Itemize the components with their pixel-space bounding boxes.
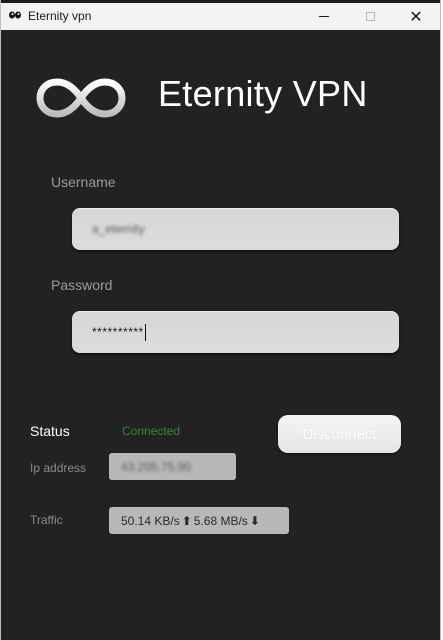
- disconnect-button[interactable]: Disconnect: [278, 415, 401, 453]
- traffic-upload: 50.14 KB/s: [121, 513, 180, 528]
- password-value: **********: [92, 325, 144, 339]
- password-field[interactable]: **********: [72, 311, 399, 353]
- title-bar[interactable]: Eternity vpn ✕: [1, 0, 440, 30]
- minimize-icon: [319, 16, 329, 17]
- traffic-label: Traffic: [30, 513, 63, 527]
- download-arrow-icon: ⬇: [249, 513, 260, 528]
- traffic-download: 5.68 MB/s: [193, 513, 248, 528]
- close-button[interactable]: ✕: [393, 3, 439, 30]
- infinity-icon: [36, 78, 126, 118]
- vpn-window: Eternity vpn ✕ Eternity VPN Username a_e…: [0, 0, 441, 640]
- maximize-icon: [365, 12, 375, 21]
- traffic-display: 50.14 KB/s ⬆ 5.68 MB/s ⬇: [109, 507, 289, 534]
- maximize-button[interactable]: [347, 3, 393, 30]
- username-value: a_eternity: [92, 222, 145, 236]
- username-label: Username: [51, 174, 116, 190]
- status-value: Connected: [122, 424, 181, 438]
- ip-address-value: 43.205.75.90: [121, 459, 192, 474]
- app-eyes-icon: [9, 11, 21, 19]
- upload-arrow-icon: ⬆: [181, 513, 192, 528]
- status-label: Status: [30, 423, 70, 439]
- minimize-button[interactable]: [301, 3, 347, 30]
- password-label: Password: [51, 277, 113, 293]
- close-icon: ✕: [409, 6, 423, 26]
- ip-address-label: Ip address: [30, 461, 87, 475]
- text-caret: [144, 323, 146, 341]
- app-title: Eternity VPN: [158, 73, 368, 114]
- window-title: Eternity vpn: [28, 9, 92, 23]
- username-field[interactable]: a_eternity: [72, 208, 399, 250]
- ip-address-display: 43.205.75.90: [109, 453, 236, 480]
